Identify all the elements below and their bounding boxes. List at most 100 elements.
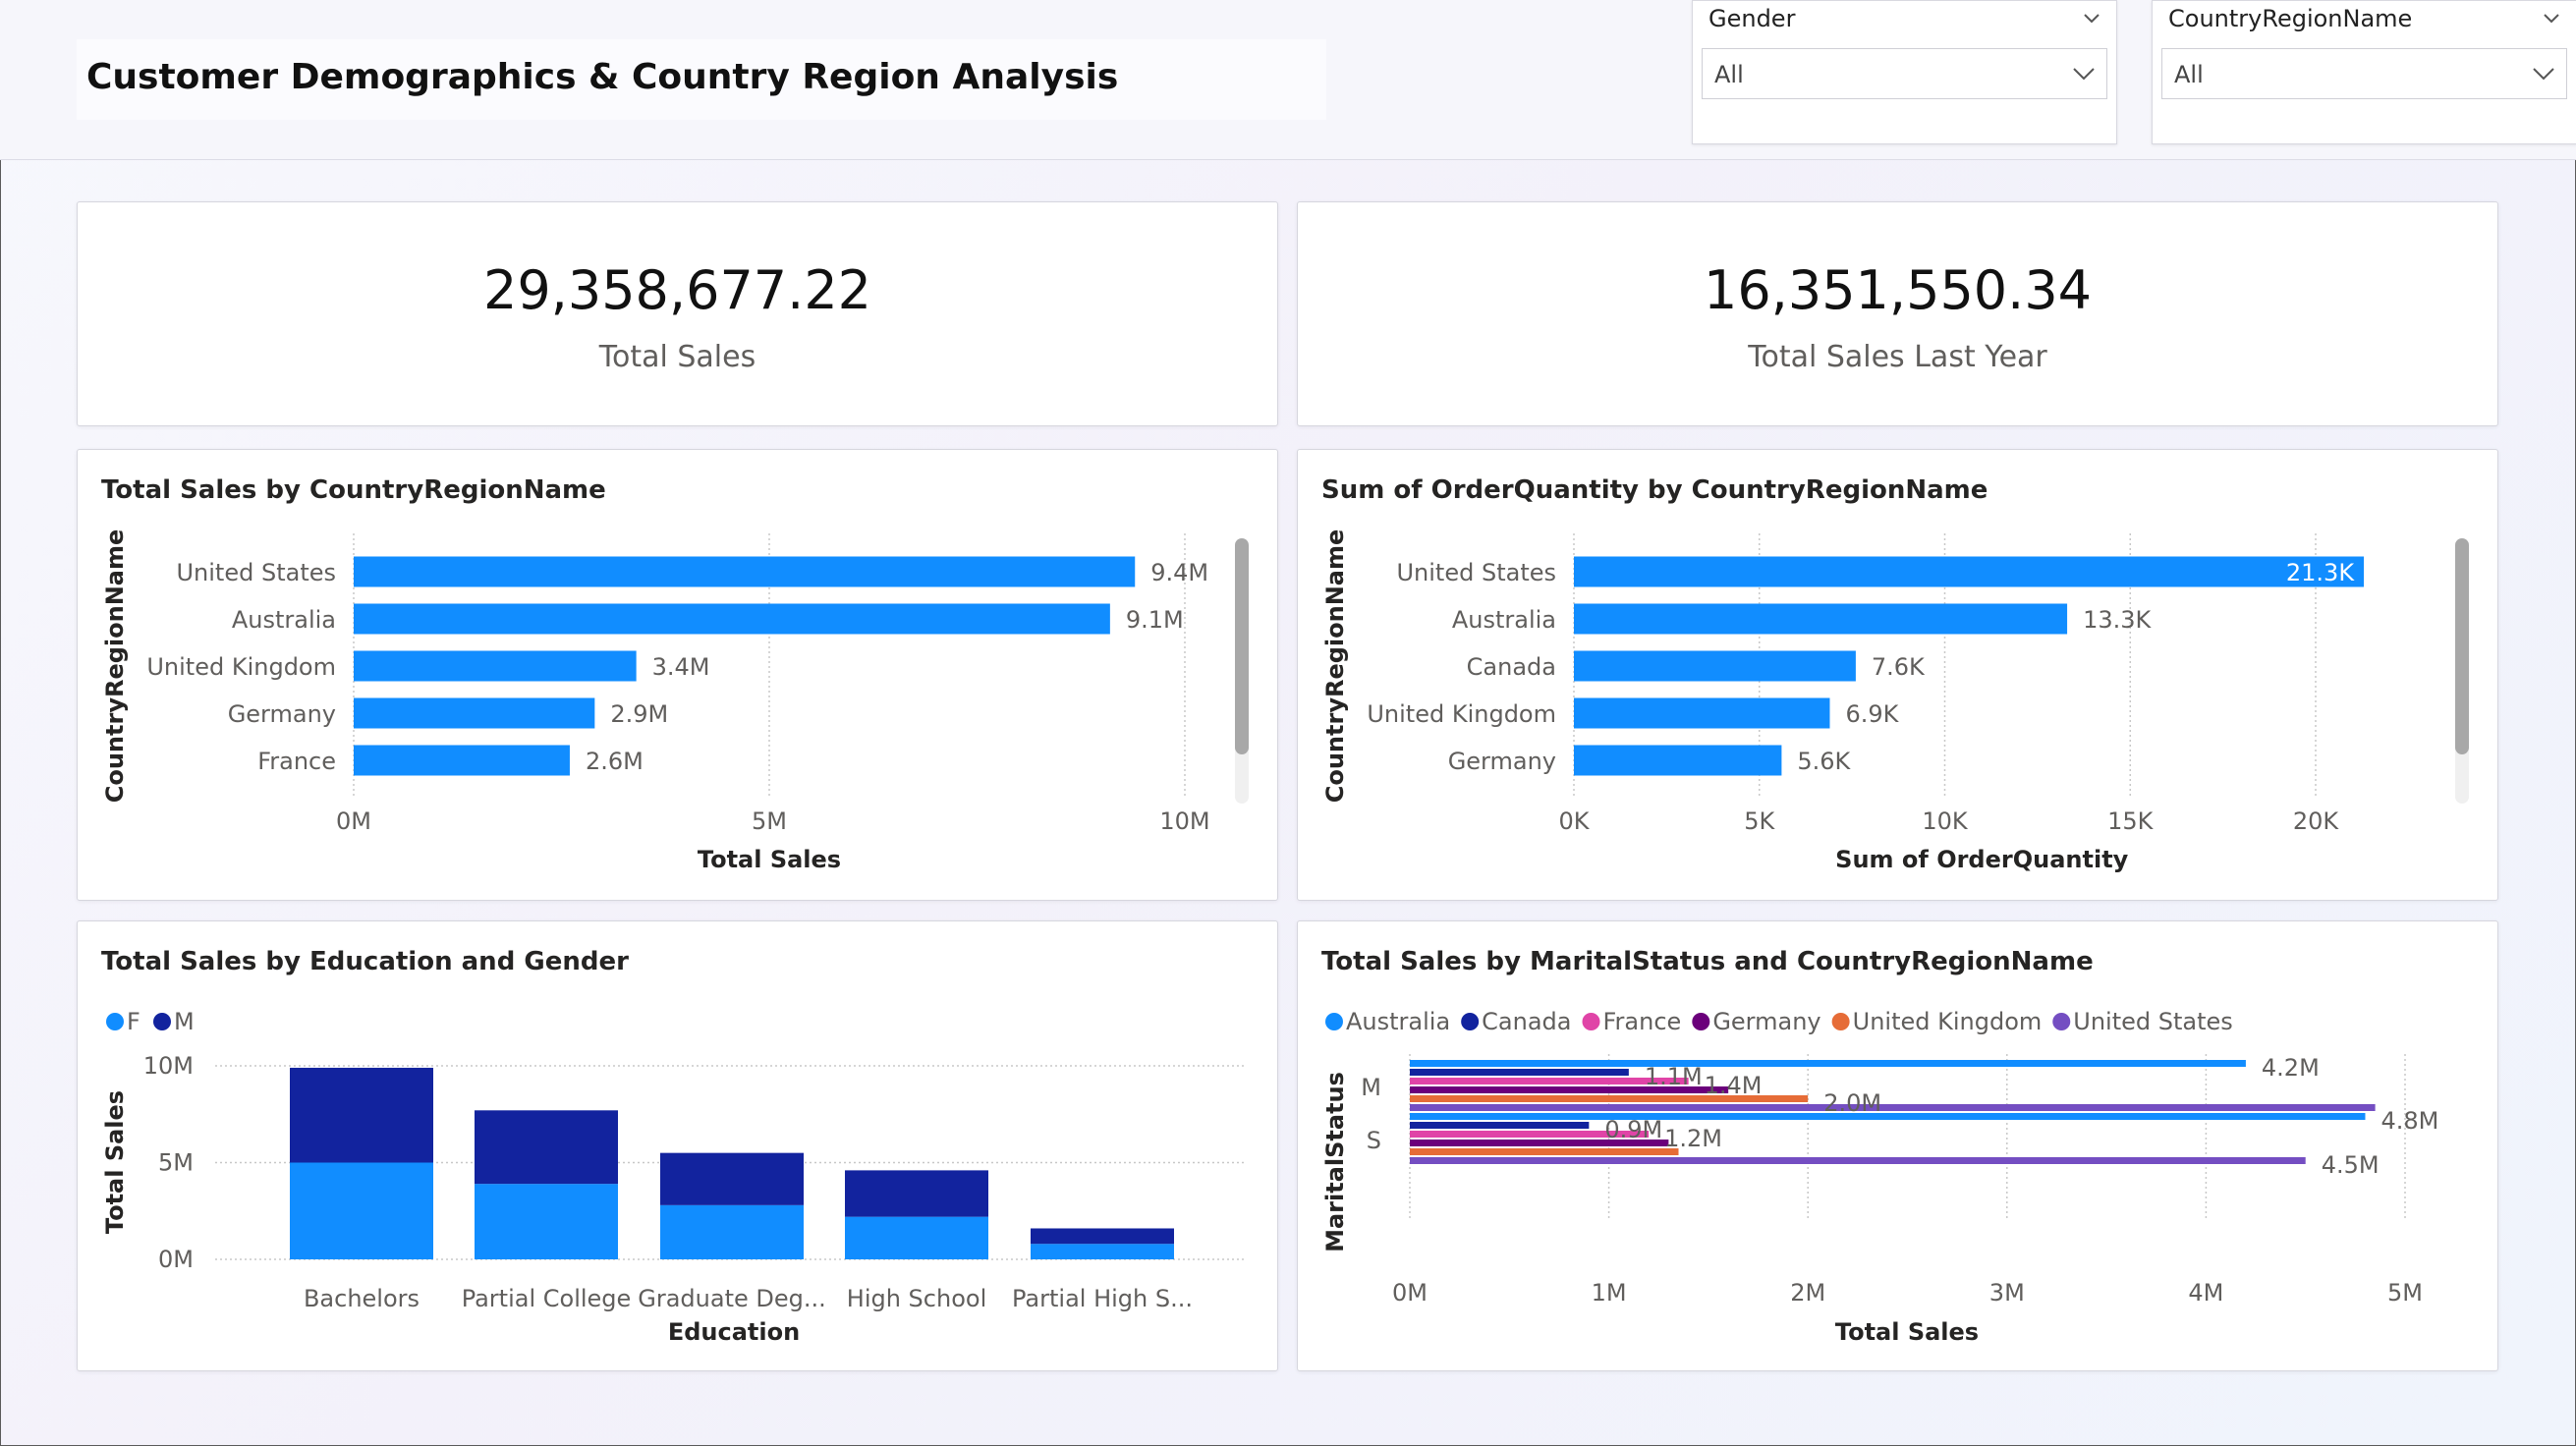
- sales-by-country-chart[interactable]: 0M 5M 10M United States 9.4M Australia 9.1M Uni…: [78, 450, 1277, 900]
- header-band: Customer Demographics & Country Region A…: [0, 0, 2576, 160]
- data-label: 1.1M: [1645, 1063, 1703, 1090]
- bar-segment: [290, 1162, 433, 1259]
- legend-marker: [1831, 1013, 1850, 1030]
- legend-label: France: [1603, 1008, 1682, 1035]
- x-tick-label: 3M: [1989, 1279, 2025, 1307]
- data-label: 0.9M: [1604, 1116, 1662, 1143]
- y-category-label: Australia: [232, 606, 336, 634]
- y-category-label: M: [1361, 1074, 1381, 1101]
- data-label: 4.5M: [2322, 1151, 2380, 1179]
- data-label: 9.1M: [1126, 606, 1184, 634]
- gender-dropdown[interactable]: All: [1702, 48, 2107, 99]
- legend-label: United Kingdom: [1853, 1008, 2043, 1035]
- gender-slicer-label: Gender: [1708, 5, 1796, 32]
- bar-segment: [1031, 1228, 1174, 1245]
- x-category-label: High School: [847, 1285, 986, 1312]
- x-category-label: Partial College: [462, 1285, 632, 1312]
- data-label: 6.9K: [1845, 700, 1899, 728]
- x-tick-label: 0M: [1392, 1279, 1428, 1307]
- chart-card-orderqty-by-country[interactable]: Sum of OrderQuantity by CountryRegionNam…: [1297, 449, 2498, 901]
- legend-marker: [106, 1013, 124, 1030]
- y-tick-label: 10M: [143, 1052, 194, 1080]
- legend-marker: [153, 1013, 171, 1030]
- bar: [1410, 1060, 2246, 1067]
- country-dropdown[interactable]: All: [2161, 48, 2567, 99]
- x-axis-title: Total Sales: [1835, 1318, 1979, 1346]
- country-dropdown-value: All: [2174, 61, 2204, 88]
- gender-slicer[interactable]: Gender All: [1692, 0, 2117, 144]
- chevron-down-icon[interactable]: [2541, 7, 2562, 28]
- bar: [1574, 745, 1782, 776]
- country-slicer[interactable]: CountryRegionName All: [2152, 0, 2576, 144]
- page-title: Customer Demographics & Country Region A…: [86, 57, 1119, 97]
- x-tick-label: 10M: [1159, 807, 1209, 835]
- y-category-label: Germany: [228, 700, 336, 728]
- scrollbar-thumb: [2455, 538, 2469, 754]
- x-category-label: Bachelors: [304, 1285, 420, 1312]
- bar: [1410, 1069, 1629, 1076]
- y-axis-title: CountryRegionName: [1321, 529, 1349, 804]
- data-label: 13.3K: [2083, 606, 2152, 634]
- y-category-label: Germany: [1448, 748, 1556, 775]
- data-label: 21.3K: [2286, 559, 2355, 586]
- x-axis-title: Total Sales: [698, 846, 841, 873]
- y-category-label: United Kingdom: [146, 653, 336, 681]
- y-category-label: Canada: [1467, 653, 1556, 681]
- y-axis-title: Total Sales: [101, 1090, 129, 1234]
- chart-card-sales-by-education[interactable]: Total Sales by Education and Gender F M 0M…: [77, 920, 1278, 1371]
- kpi-label: Total Sales Last Year: [1748, 340, 2047, 374]
- data-label: 4.8M: [2380, 1107, 2438, 1135]
- scrollbar-thumb: [1235, 538, 1249, 754]
- bar: [1574, 603, 2068, 635]
- x-tick-label: 2M: [1790, 1279, 1825, 1307]
- legend-label: M: [174, 1008, 195, 1035]
- legend-label: Australia: [1346, 1008, 1450, 1035]
- chart-card-sales-by-country[interactable]: Total Sales by CountryRegionName 0M 5M 10M…: [77, 449, 1278, 901]
- data-label: 2.6M: [586, 748, 644, 775]
- orderqty-by-country-chart[interactable]: 0K 5K 10K 15K 20K United States 21.3K Australia…: [1298, 450, 2497, 900]
- x-tick-label: 15K: [2107, 807, 2155, 835]
- bar: [1410, 1104, 2376, 1111]
- sales-by-marital-chart[interactable]: Australia Canada France Germany United Kingd…: [1298, 921, 2497, 1370]
- legend-label: F: [127, 1008, 140, 1035]
- kpi-card-total-sales-last-year[interactable]: 16,351,550.34 Total Sales Last Year: [1297, 201, 2498, 426]
- data-label: 5.6K: [1797, 748, 1851, 775]
- sales-by-education-chart[interactable]: F M 0M 5M 10M Bachelors Partial College Graduat…: [78, 921, 1277, 1370]
- y-category-label: France: [257, 748, 336, 775]
- bar-segment: [475, 1110, 618, 1185]
- y-category-label: United States: [1396, 559, 1556, 586]
- bar: [1410, 1157, 2306, 1164]
- data-label: 1.2M: [1664, 1125, 1722, 1152]
- title-box: Customer Demographics & Country Region A…: [77, 39, 1326, 120]
- chart-card-sales-by-marital[interactable]: Total Sales by MaritalStatus and Country…: [1297, 920, 2498, 1371]
- bar-segment: [1031, 1244, 1174, 1259]
- kpi-label: Total Sales: [598, 340, 756, 374]
- chevron-down-icon: [2533, 68, 2554, 81]
- bar: [1574, 697, 1830, 729]
- legend-marker: [1692, 1013, 1710, 1030]
- x-category-label: Graduate Deg...: [638, 1285, 826, 1312]
- y-axis-title: CountryRegionName: [101, 529, 129, 804]
- bar: [1410, 1122, 1590, 1129]
- y-category-label: Australia: [1452, 606, 1556, 634]
- bar-segment: [845, 1170, 988, 1217]
- bar: [1410, 1113, 2366, 1120]
- bar: [1574, 556, 2365, 587]
- data-label: 2.0M: [1823, 1089, 1881, 1117]
- kpi-value: 16,351,550.34: [1703, 259, 2093, 321]
- kpi-card-total-sales[interactable]: 29,358,677.22 Total Sales: [77, 201, 1278, 426]
- chevron-down-icon[interactable]: [2081, 7, 2102, 28]
- legend-marker: [1325, 1013, 1343, 1030]
- y-category-label: S: [1367, 1127, 1381, 1154]
- gender-dropdown-value: All: [1714, 61, 1744, 88]
- bar: [354, 745, 570, 776]
- bar: [354, 603, 1110, 635]
- x-tick-label: 10K: [1922, 807, 1969, 835]
- data-label: 2.9M: [610, 700, 668, 728]
- legend-label: United States: [2073, 1008, 2233, 1035]
- x-axis-title: Education: [668, 1318, 800, 1346]
- y-tick-label: 0M: [158, 1246, 194, 1273]
- bar-segment: [475, 1184, 618, 1259]
- data-label: 7.6K: [1872, 653, 1926, 681]
- data-label: 3.4M: [652, 653, 710, 681]
